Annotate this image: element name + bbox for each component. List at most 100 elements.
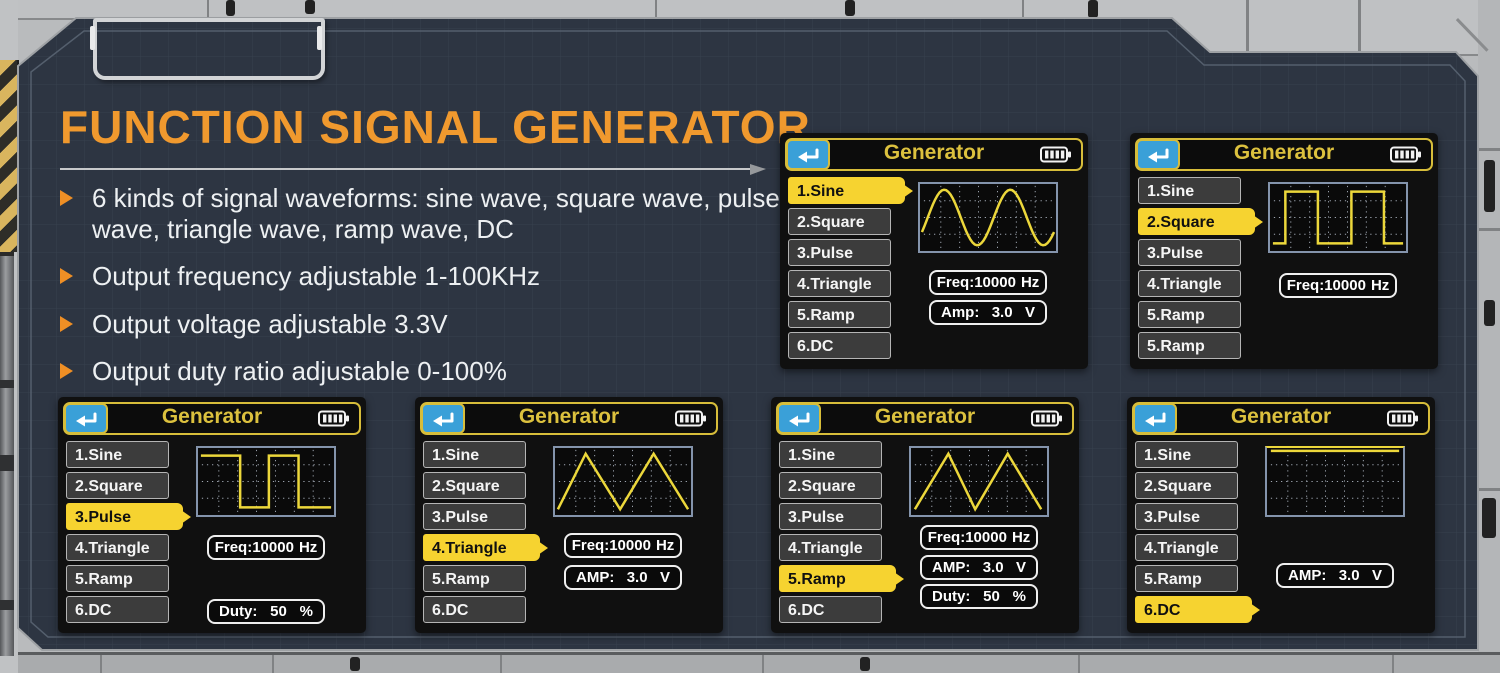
menu-item-2-square[interactable]: 2.Square bbox=[423, 472, 526, 499]
menu-item-5-ramp[interactable]: 5.Ramp bbox=[66, 565, 169, 592]
screen-title: Generator bbox=[778, 405, 1072, 429]
menu-item-1-sine[interactable]: 1.Sine bbox=[1135, 441, 1238, 468]
generator-screen-ramp: Generator 1.Sine 2.Square 3.Pulse 4.Triangle… bbox=[771, 397, 1079, 633]
menu-item-4-triangle[interactable]: 4.Triangle bbox=[788, 270, 891, 297]
screen-header: Generator bbox=[776, 402, 1074, 435]
menu-item-5-ramp[interactable]: 5.Ramp bbox=[779, 565, 896, 592]
menu-item-3-pulse[interactable]: 3.Pulse bbox=[788, 239, 891, 266]
menu-item-6-dc[interactable]: 6.DC bbox=[423, 596, 526, 623]
value-freq[interactable]: Freq:10000Hz bbox=[207, 535, 325, 560]
menu-item-4-triangle[interactable]: 4.Triangle bbox=[1135, 534, 1238, 561]
feature-text: Output duty ratio adjustable 0-100% bbox=[92, 356, 507, 386]
waveform-menu: 1.Sine 2.Square 3.Pulse 4.Triangle 5.Ramp 6.D… bbox=[779, 441, 899, 627]
battery-full-icon bbox=[675, 410, 707, 427]
value-number: 3.0 bbox=[627, 569, 648, 586]
generator-screen-pulse: Generator 1.Sine 2.Square 3.Pulse 4.Triangle… bbox=[58, 397, 366, 633]
menu-item-3-pulse[interactable]: 3.Pulse bbox=[779, 503, 882, 530]
menu-item-1-sine[interactable]: 1.Sine bbox=[1138, 177, 1241, 204]
menu-item-5-ramp[interactable]: 5.Ramp bbox=[788, 301, 891, 328]
waveform-preview-ramp bbox=[909, 446, 1049, 517]
menu-item-5-ramp[interactable]: 5.Ramp bbox=[1138, 301, 1241, 328]
screen-header: Generator bbox=[420, 402, 718, 435]
page: FUNCTION SIGNAL GENERATOR 6 kinds of sig… bbox=[0, 0, 1500, 673]
screen-header: Generator bbox=[63, 402, 361, 435]
menu-item-4-triangle[interactable]: 4.Triangle bbox=[1138, 270, 1241, 297]
feature-item: Output frequency adjustable 1-100KHz bbox=[60, 261, 790, 292]
value-unit: Hz bbox=[1371, 277, 1389, 294]
waveform-preview-pulse bbox=[196, 446, 336, 517]
menu-item-2-square[interactable]: 2.Square bbox=[66, 472, 169, 499]
value-unit: V bbox=[1372, 567, 1382, 584]
value-unit: Hz bbox=[656, 537, 674, 554]
waveform-menu: 1.Sine 2.Square 3.Pulse 4.Triangle 5.Ramp 6.D… bbox=[66, 441, 186, 627]
menu-item-1-sine[interactable]: 1.Sine bbox=[423, 441, 526, 468]
waveform-menu: 1.Sine 2.Square 3.Pulse 4.Triangle 5.Ramp 6.D… bbox=[788, 177, 908, 363]
value-number: 3.0 bbox=[992, 304, 1013, 321]
bracket-pin bbox=[90, 26, 95, 50]
feature-text: Output frequency adjustable 1-100KHz bbox=[92, 261, 540, 291]
menu-item-5-ramp[interactable]: 5.Ramp bbox=[423, 565, 526, 592]
menu-item-5-ramp[interactable]: 5.Ramp bbox=[1135, 565, 1238, 592]
bracket-pin bbox=[317, 26, 322, 50]
value-unit: V bbox=[1016, 559, 1026, 576]
menu-item-2-square[interactable]: 2.Square bbox=[1135, 472, 1238, 499]
value-number: 3.0 bbox=[1339, 567, 1360, 584]
divider-arrow-icon bbox=[750, 164, 766, 175]
menu-item-1-sine[interactable]: 1.Sine bbox=[788, 177, 905, 204]
page-title: FUNCTION SIGNAL GENERATOR bbox=[60, 100, 811, 154]
value-unit: % bbox=[300, 603, 313, 620]
menu-item-4-triangle[interactable]: 4.Triangle bbox=[66, 534, 169, 561]
screen-title: Generator bbox=[1134, 405, 1428, 429]
menu-item-6-dc[interactable]: 6.DC bbox=[788, 332, 891, 359]
waveform-preview-triangle bbox=[553, 446, 693, 517]
value-freq[interactable]: Freq:10000Hz bbox=[929, 270, 1047, 295]
menu-item-2-square[interactable]: 2.Square bbox=[1138, 208, 1255, 235]
menu-item-2-square[interactable]: 2.Square bbox=[788, 208, 891, 235]
waveform-menu: 1.Sine 2.Square 3.Pulse 4.Triangle 5.Ramp 5.R… bbox=[1138, 177, 1258, 363]
value-duty[interactable]: Duty:50% bbox=[920, 584, 1038, 609]
value-freq[interactable]: Freq:10000Hz bbox=[920, 525, 1038, 550]
waveform-menu: 1.Sine 2.Square 3.Pulse 4.Triangle 5.Ramp 6.D… bbox=[423, 441, 543, 627]
value-amp[interactable]: AMP:3.0V bbox=[920, 555, 1038, 580]
menu-item-3-pulse[interactable]: 3.Pulse bbox=[423, 503, 526, 530]
feature-item: Output voltage adjustable 3.3V bbox=[60, 309, 790, 340]
menu-item-2-square[interactable]: 2.Square bbox=[779, 472, 882, 499]
battery-full-icon bbox=[1387, 410, 1419, 427]
menu-item-3-pulse[interactable]: 3.Pulse bbox=[1138, 239, 1241, 266]
screen-header: Generator bbox=[785, 138, 1083, 171]
menu-item-6-dc[interactable]: 6.DC bbox=[779, 596, 882, 623]
value-amp[interactable]: AMP:3.0V bbox=[1276, 563, 1394, 588]
value-label: Freq: bbox=[1287, 277, 1325, 294]
value-amp[interactable]: Amp:3.0V bbox=[929, 300, 1047, 325]
value-amp[interactable]: AMP:3.0V bbox=[564, 565, 682, 590]
waveform-preview-dc bbox=[1265, 446, 1405, 517]
value-freq[interactable]: Freq:10000 Hz bbox=[1279, 273, 1397, 298]
generator-screen-sine: Generator 1.Sine 2.Square 3.Pulse 4.Triangle… bbox=[780, 133, 1088, 369]
value-unit: Hz bbox=[299, 539, 317, 556]
value-number: 3.0 bbox=[983, 559, 1004, 576]
bullet-triangle-icon bbox=[60, 190, 73, 206]
value-label: Duty: bbox=[219, 603, 257, 620]
feature-item: 6 kinds of signal waveforms: sine wave, … bbox=[60, 183, 790, 245]
menu-item-1-sine[interactable]: 1.Sine bbox=[66, 441, 169, 468]
menu-item-6-dc[interactable]: 6.DC bbox=[66, 596, 169, 623]
feature-item: Output duty ratio adjustable 0-100% bbox=[60, 356, 790, 387]
value-freq[interactable]: Freq:10000Hz bbox=[564, 533, 682, 558]
value-label: Freq: bbox=[928, 529, 966, 546]
menu-item-6-dc[interactable]: 6.DC bbox=[1135, 596, 1252, 623]
battery-full-icon bbox=[318, 410, 350, 427]
bullet-triangle-icon bbox=[60, 316, 73, 332]
feature-text: 6 kinds of signal waveforms: sine wave, … bbox=[92, 183, 780, 244]
menu-item-4-triangle[interactable]: 4.Triangle bbox=[779, 534, 882, 561]
menu-item-5-ramp[interactable]: 5.Ramp bbox=[1138, 332, 1241, 359]
value-duty[interactable]: Duty:50% bbox=[207, 599, 325, 624]
screen-header: Generator bbox=[1135, 138, 1433, 171]
title-divider bbox=[60, 168, 752, 170]
menu-item-3-pulse[interactable]: 3.Pulse bbox=[66, 503, 183, 530]
value-number: 50 bbox=[983, 588, 1000, 605]
value-unit: Hz bbox=[1021, 274, 1039, 291]
value-number: 10000 bbox=[1324, 277, 1366, 294]
menu-item-4-triangle[interactable]: 4.Triangle bbox=[423, 534, 540, 561]
menu-item-1-sine[interactable]: 1.Sine bbox=[779, 441, 882, 468]
menu-item-3-pulse[interactable]: 3.Pulse bbox=[1135, 503, 1238, 530]
